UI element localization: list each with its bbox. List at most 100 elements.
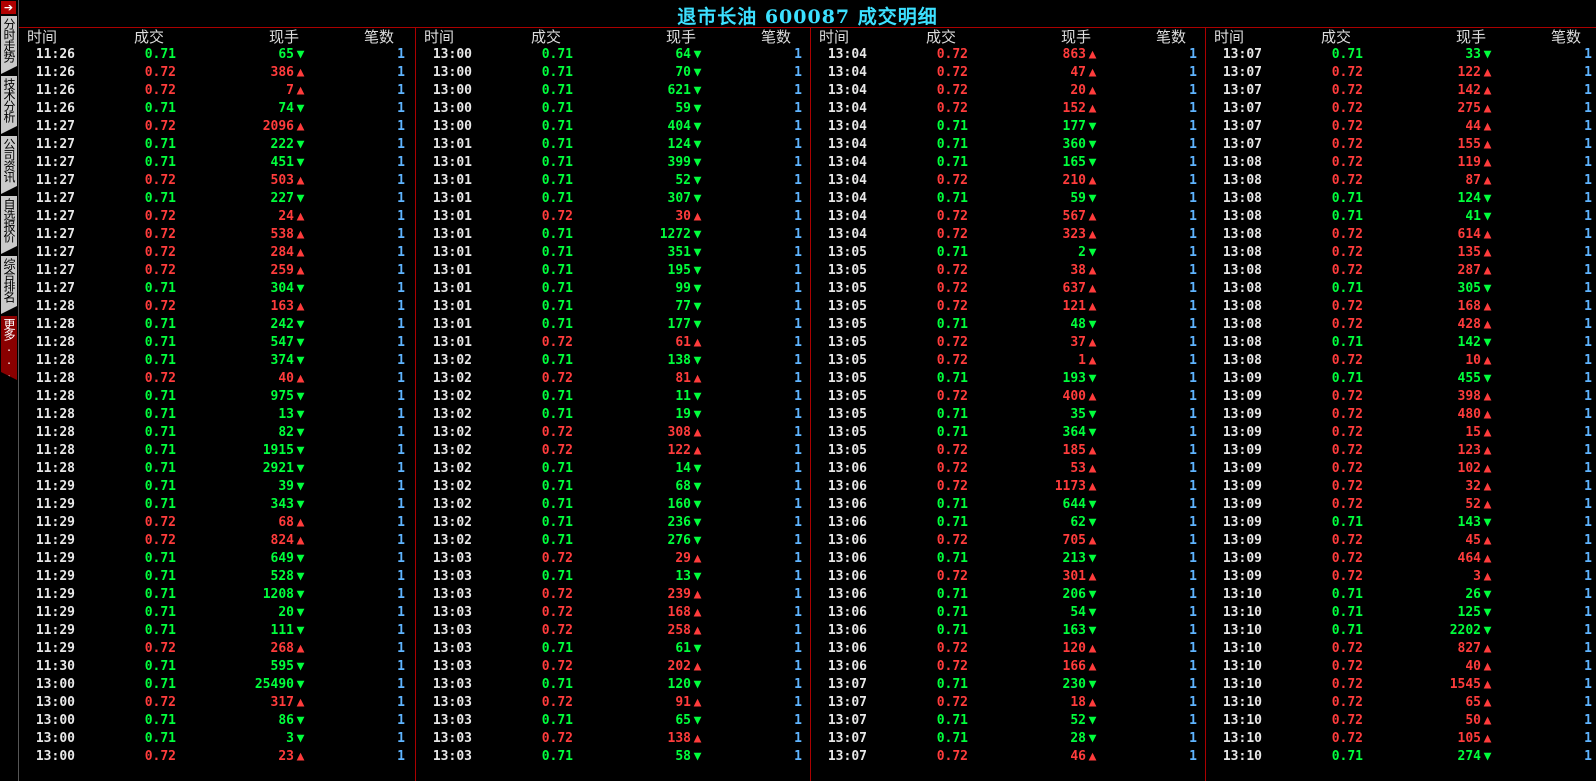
trade-row[interactable]: 13:04 0.72 20 ▲ 1 [811,82,1205,100]
trade-row[interactable]: 11:30 0.71 595 ▼ 1 [19,658,415,676]
trade-row[interactable]: 13:09 0.72 52 ▲ 1 [1206,496,1596,514]
trade-row[interactable]: 13:03 0.72 29 ▲ 1 [416,550,810,568]
trade-row[interactable]: 13:09 0.72 32 ▲ 1 [1206,478,1596,496]
trade-row[interactable]: 13:04 0.71 360 ▼ 1 [811,136,1205,154]
trade-row[interactable]: 13:03 0.72 91 ▲ 1 [416,694,810,712]
trade-row[interactable]: 11:29 0.72 268 ▲ 1 [19,640,415,658]
trade-row[interactable]: 13:08 0.71 41 ▼ 1 [1206,208,1596,226]
trade-row[interactable]: 11:29 0.71 111 ▼ 1 [19,622,415,640]
trade-row[interactable]: 13:05 0.71 364 ▼ 1 [811,424,1205,442]
trade-row[interactable]: 13:09 0.72 3 ▲ 1 [1206,568,1596,586]
trade-row[interactable]: 13:06 0.71 206 ▼ 1 [811,586,1205,604]
trade-row[interactable]: 13:05 0.71 193 ▼ 1 [811,370,1205,388]
trade-row[interactable]: 11:28 0.71 242 ▼ 1 [19,316,415,334]
trade-row[interactable]: 13:03 0.71 120 ▼ 1 [416,676,810,694]
trade-row[interactable]: 13:10 0.72 40 ▲ 1 [1206,658,1596,676]
trade-row[interactable]: 13:01 0.71 195 ▼ 1 [416,262,810,280]
trade-row[interactable]: 13:10 0.72 1545 ▲ 1 [1206,676,1596,694]
trade-row[interactable]: 13:01 0.72 61 ▲ 1 [416,334,810,352]
trade-row[interactable]: 13:10 0.71 2202 ▼ 1 [1206,622,1596,640]
trade-row[interactable]: 13:05 0.72 637 ▲ 1 [811,280,1205,298]
trade-row[interactable]: 11:29 0.71 649 ▼ 1 [19,550,415,568]
trade-row[interactable]: 13:04 0.72 210 ▲ 1 [811,172,1205,190]
trade-row[interactable]: 13:09 0.72 15 ▲ 1 [1206,424,1596,442]
tab-company-info[interactable]: 公司资讯 [1,136,17,194]
trade-row[interactable]: 13:03 0.72 168 ▲ 1 [416,604,810,622]
trade-row[interactable]: 13:01 0.71 99 ▼ 1 [416,280,810,298]
trade-row[interactable]: 11:28 0.71 2921 ▼ 1 [19,460,415,478]
trade-row[interactable]: 13:00 0.71 621 ▼ 1 [416,82,810,100]
trade-row[interactable]: 13:00 0.71 3 ▼ 1 [19,730,415,748]
trade-row[interactable]: 11:28 0.72 163 ▲ 1 [19,298,415,316]
trade-row[interactable]: 13:08 0.72 87 ▲ 1 [1206,172,1596,190]
trade-row[interactable]: 13:04 0.72 567 ▲ 1 [811,208,1205,226]
trade-row[interactable]: 13:07 0.71 230 ▼ 1 [811,676,1205,694]
trade-row[interactable]: 13:01 0.71 351 ▼ 1 [416,244,810,262]
trade-row[interactable]: 13:00 0.71 59 ▼ 1 [416,100,810,118]
trade-row[interactable]: 11:27 0.71 304 ▼ 1 [19,280,415,298]
trade-row[interactable]: 13:07 0.72 142 ▲ 1 [1206,82,1596,100]
trade-row[interactable]: 13:02 0.71 276 ▼ 1 [416,532,810,550]
trade-row[interactable]: 13:08 0.72 10 ▲ 1 [1206,352,1596,370]
trade-row[interactable]: 13:04 0.72 152 ▲ 1 [811,100,1205,118]
trade-row[interactable]: 13:01 0.71 307 ▼ 1 [416,190,810,208]
trade-row[interactable]: 13:09 0.72 45 ▲ 1 [1206,532,1596,550]
trade-row[interactable]: 13:05 0.72 38 ▲ 1 [811,262,1205,280]
trade-row[interactable]: 13:07 0.72 18 ▲ 1 [811,694,1205,712]
trade-row[interactable]: 13:06 0.71 644 ▼ 1 [811,496,1205,514]
trade-row[interactable]: 13:10 0.72 65 ▲ 1 [1206,694,1596,712]
trade-row[interactable]: 11:28 0.72 40 ▲ 1 [19,370,415,388]
trade-row[interactable]: 13:08 0.72 287 ▲ 1 [1206,262,1596,280]
trade-row[interactable]: 13:08 0.71 142 ▼ 1 [1206,334,1596,352]
trade-row[interactable]: 13:09 0.72 123 ▲ 1 [1206,442,1596,460]
trade-row[interactable]: 13:09 0.72 464 ▲ 1 [1206,550,1596,568]
trade-row[interactable]: 13:08 0.71 124 ▼ 1 [1206,190,1596,208]
trade-row[interactable]: 13:05 0.71 2 ▼ 1 [811,244,1205,262]
trade-row[interactable]: 11:28 0.71 82 ▼ 1 [19,424,415,442]
trade-row[interactable]: 13:00 0.71 404 ▼ 1 [416,118,810,136]
trade-row[interactable]: 11:28 0.71 1915 ▼ 1 [19,442,415,460]
tab-watchlist-quotes[interactable]: 自选报价 [1,196,17,254]
trade-row[interactable]: 13:09 0.72 398 ▲ 1 [1206,388,1596,406]
trade-row[interactable]: 13:05 0.72 1 ▲ 1 [811,352,1205,370]
tab-technical-analysis[interactable]: 技术分析 [1,76,17,134]
trade-row[interactable]: 13:07 0.72 46 ▲ 1 [811,748,1205,766]
trade-row[interactable]: 13:00 0.72 317 ▲ 1 [19,694,415,712]
trade-row[interactable]: 11:29 0.71 20 ▼ 1 [19,604,415,622]
tab-more[interactable]: 更多... [1,316,17,380]
trade-row[interactable]: 13:04 0.72 863 ▲ 1 [811,46,1205,64]
trade-row[interactable]: 13:09 0.71 455 ▼ 1 [1206,370,1596,388]
trade-row[interactable]: 13:02 0.71 138 ▼ 1 [416,352,810,370]
trade-row[interactable]: 13:04 0.71 177 ▼ 1 [811,118,1205,136]
trade-row[interactable]: 13:07 0.72 155 ▲ 1 [1206,136,1596,154]
trade-row[interactable]: 13:02 0.71 19 ▼ 1 [416,406,810,424]
trade-row[interactable]: 13:06 0.71 54 ▼ 1 [811,604,1205,622]
trade-row[interactable]: 11:27 0.72 259 ▲ 1 [19,262,415,280]
trade-row[interactable]: 11:27 0.72 284 ▲ 1 [19,244,415,262]
trade-row[interactable]: 13:02 0.71 160 ▼ 1 [416,496,810,514]
trade-row[interactable]: 13:10 0.71 26 ▼ 1 [1206,586,1596,604]
trade-row[interactable]: 13:05 0.72 400 ▲ 1 [811,388,1205,406]
trade-row[interactable]: 11:28 0.71 13 ▼ 1 [19,406,415,424]
trade-row[interactable]: 13:01 0.71 177 ▼ 1 [416,316,810,334]
trade-row[interactable]: 13:06 0.71 163 ▼ 1 [811,622,1205,640]
trade-row[interactable]: 13:03 0.71 61 ▼ 1 [416,640,810,658]
trade-row[interactable]: 13:04 0.71 165 ▼ 1 [811,154,1205,172]
trade-row[interactable]: 11:27 0.72 24 ▲ 1 [19,208,415,226]
trade-row[interactable]: 13:02 0.72 81 ▲ 1 [416,370,810,388]
trade-row[interactable]: 13:08 0.72 119 ▲ 1 [1206,154,1596,172]
trade-row[interactable]: 13:05 0.72 185 ▲ 1 [811,442,1205,460]
trade-row[interactable]: 11:27 0.71 451 ▼ 1 [19,154,415,172]
trade-row[interactable]: 11:27 0.72 2096 ▲ 1 [19,118,415,136]
trade-row[interactable]: 11:26 0.71 74 ▼ 1 [19,100,415,118]
trade-row[interactable]: 11:29 0.71 528 ▼ 1 [19,568,415,586]
trade-row[interactable]: 11:26 0.71 65 ▼ 1 [19,46,415,64]
trade-row[interactable]: 11:27 0.72 538 ▲ 1 [19,226,415,244]
trade-row[interactable]: 13:01 0.71 52 ▼ 1 [416,172,810,190]
trade-row[interactable]: 13:03 0.72 239 ▲ 1 [416,586,810,604]
trade-row[interactable]: 13:07 0.72 275 ▲ 1 [1206,100,1596,118]
trade-row[interactable]: 13:01 0.71 399 ▼ 1 [416,154,810,172]
trade-row[interactable]: 13:08 0.72 168 ▲ 1 [1206,298,1596,316]
trade-row[interactable]: 13:06 0.71 213 ▼ 1 [811,550,1205,568]
trade-row[interactable]: 13:01 0.71 77 ▼ 1 [416,298,810,316]
